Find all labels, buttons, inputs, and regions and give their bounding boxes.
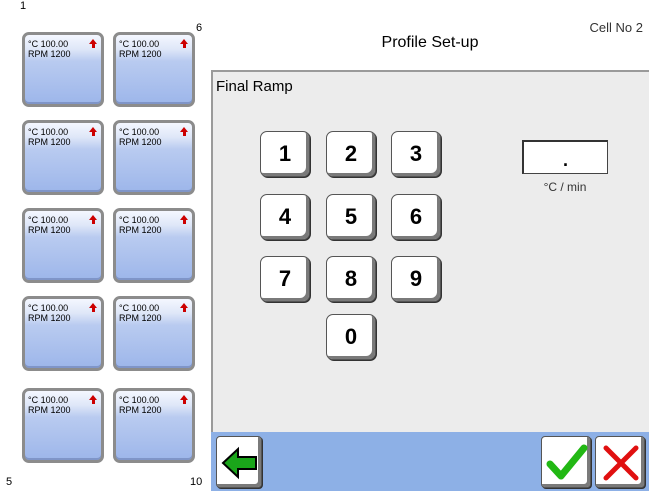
cell-temperature: °C 100.00: [28, 39, 69, 49]
cell-temperature: °C 100.00: [119, 39, 160, 49]
key-label: 3: [409, 141, 423, 166]
ramp-value-field[interactable]: .: [522, 140, 608, 174]
cell-number-label: Cell No 2: [589, 20, 643, 35]
back-arrow-icon: [221, 446, 257, 480]
key-label: 5: [344, 204, 358, 229]
cell-tile-4[interactable]: °C 100.00 RPM 1200: [22, 296, 104, 371]
check-icon: [546, 444, 588, 480]
cell-tile-3[interactable]: °C 100.00 RPM 1200: [22, 208, 104, 283]
key-1-button[interactable]: 1: [260, 131, 310, 177]
key-label: 1: [278, 141, 292, 166]
key-label: 2: [344, 141, 358, 166]
unit-label: °C / min: [543, 180, 587, 194]
cancel-button[interactable]: [595, 436, 645, 488]
bottom-toolbar: [211, 432, 649, 491]
key-9-button[interactable]: 9: [391, 256, 441, 302]
key-8-button[interactable]: 8: [326, 256, 376, 302]
cell-rpm: RPM 1200: [119, 313, 162, 323]
grid-index-bottom-left: 5: [6, 476, 13, 488]
panel-title: Final Ramp: [216, 78, 293, 95]
key-label: 6: [409, 204, 423, 229]
close-icon: [603, 445, 639, 481]
cell-temperature: °C 100.00: [28, 215, 69, 225]
cell-temperature: °C 100.00: [119, 303, 160, 313]
key-label: 9: [409, 266, 423, 291]
cell-tile-2[interactable]: °C 100.00 RPM 1200: [22, 120, 104, 195]
key-2-button[interactable]: 2: [326, 131, 376, 177]
cell-tile-1[interactable]: °C 100.00 RPM 1200: [22, 32, 104, 107]
cell-rpm: RPM 1200: [119, 405, 162, 415]
key-label: 0: [344, 324, 358, 349]
cell-rpm: RPM 1200: [119, 137, 162, 147]
cell-temperature: °C 100.00: [119, 215, 160, 225]
cell-temperature: °C 100.00: [28, 395, 69, 405]
final-ramp-panel: Final Ramp 1 2 3 4 5 6 7 8 9 0 . °C / mi…: [211, 70, 649, 432]
cell-tile-10[interactable]: °C 100.00 RPM 1200: [113, 388, 195, 463]
cell-rpm: RPM 1200: [119, 225, 162, 235]
key-5-button[interactable]: 5: [326, 194, 376, 240]
cell-tile-9[interactable]: °C 100.00 RPM 1200: [113, 296, 195, 371]
cell-rpm: RPM 1200: [28, 405, 71, 415]
key-label: 4: [278, 204, 292, 229]
confirm-button[interactable]: [541, 436, 591, 488]
cell-temperature: °C 100.00: [119, 395, 160, 405]
cell-temperature: °C 100.00: [119, 127, 160, 137]
cell-tile-6[interactable]: °C 100.00 RPM 1200: [113, 32, 195, 107]
cell-rpm: RPM 1200: [28, 137, 71, 147]
app-window: 1 6 5 10 °C 100.00 RPM 1200 °C 100.00 RP…: [0, 0, 649, 491]
cell-temperature: °C 100.00: [28, 303, 69, 313]
key-3-button[interactable]: 3: [391, 131, 441, 177]
grid-index-top-right: 6: [196, 22, 203, 34]
grid-index-bottom-right: 10: [190, 476, 203, 488]
header: Profile Set-up Cell No 2: [211, 0, 649, 70]
cell-tile-7[interactable]: °C 100.00 RPM 1200: [113, 120, 195, 195]
cell-rpm: RPM 1200: [28, 225, 71, 235]
key-7-button[interactable]: 7: [260, 256, 310, 302]
key-4-button[interactable]: 4: [260, 194, 310, 240]
back-button[interactable]: [216, 436, 262, 488]
cell-tile-5[interactable]: °C 100.00 RPM 1200: [22, 388, 104, 463]
key-6-button[interactable]: 6: [391, 194, 441, 240]
key-label: 8: [344, 266, 358, 291]
cell-grid: 1 6 5 10 °C 100.00 RPM 1200 °C 100.00 RP…: [0, 0, 211, 491]
key-0-button[interactable]: 0: [326, 314, 376, 360]
ramp-value: .: [562, 150, 568, 170]
cell-rpm: RPM 1200: [28, 313, 71, 323]
grid-index-top-left: 1: [20, 0, 27, 12]
cell-temperature: °C 100.00: [28, 127, 69, 137]
cell-tile-8[interactable]: °C 100.00 RPM 1200: [113, 208, 195, 283]
cell-rpm: RPM 1200: [28, 49, 71, 59]
page-title: Profile Set-up: [381, 34, 479, 51]
cell-rpm: RPM 1200: [119, 49, 162, 59]
key-label: 7: [278, 266, 292, 291]
